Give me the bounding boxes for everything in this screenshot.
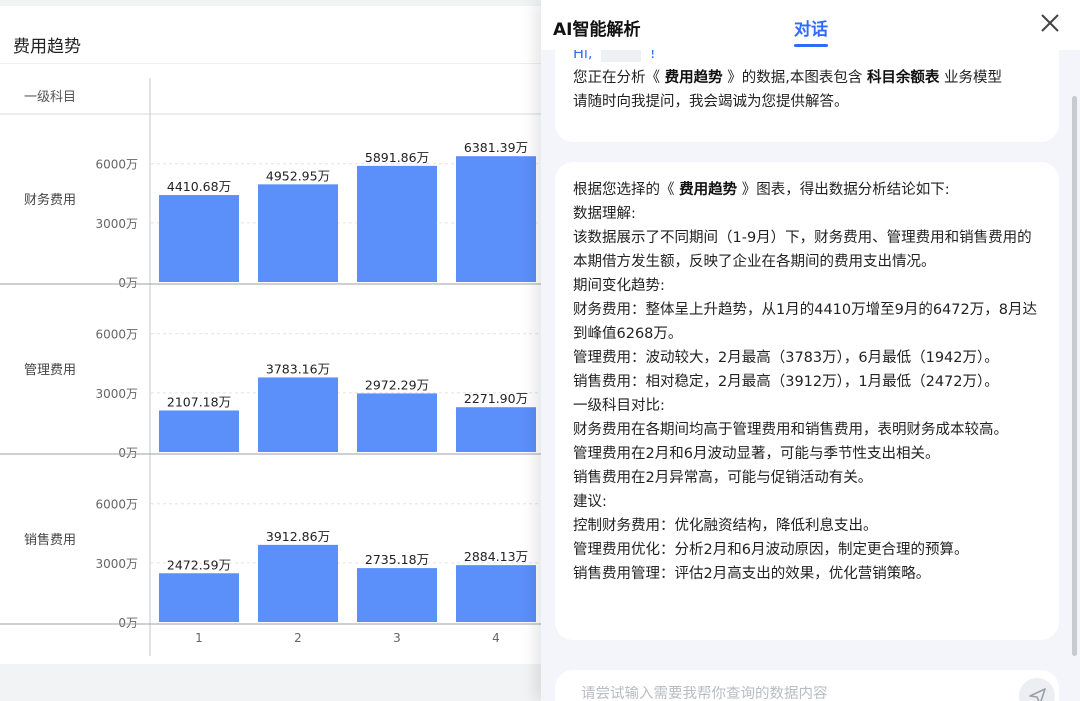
bar-value-label: 5891.86万 xyxy=(365,150,429,165)
tab-chat[interactable]: 对话 xyxy=(794,15,828,40)
greeting-chart-name: 费用趋势 xyxy=(664,70,723,86)
panel-scrollbar[interactable] xyxy=(1072,96,1077,656)
close-icon xyxy=(1041,14,1059,32)
category-header: 一级科目 xyxy=(24,90,76,105)
bar-value-label: 2107.18万 xyxy=(167,394,231,409)
x-tick-label: 1 xyxy=(195,631,203,645)
analysis-chart-name: 费用趋势 xyxy=(679,182,738,198)
analysis-intro-a: 根据您选择的《 xyxy=(573,182,680,198)
y-tick-label: 3000万 xyxy=(95,217,138,231)
greeting-text-a: 您正在分析《 xyxy=(573,70,665,86)
bar-value-label: 2884.13万 xyxy=(464,549,528,564)
bar xyxy=(357,165,437,282)
analysis-intro-b: 》图表，得出数据分析结论如下: xyxy=(737,182,950,198)
x-tick-label: 2 xyxy=(294,631,302,645)
greeting-text-c: 业务模型 xyxy=(939,70,1003,86)
analysis-line-6: 销售费用：相对稳定，2月最高（3912万），1月最低（2472万）。 xyxy=(573,374,999,390)
greeting-message: Hi, ! 您正在分析《 费用趋势 》的数据,本图表包含 科目余额表 业务模型 … xyxy=(555,36,1059,142)
analysis-line-3: 期间变化趋势: xyxy=(573,278,665,294)
ai-analysis-panel: Hi, ! 您正在分析《 费用趋势 》的数据,本图表包含 科目余额表 业务模型 … xyxy=(541,0,1080,701)
greeting-model-name: 科目余额表 xyxy=(866,70,940,86)
analysis-line-9: 管理费用在2月和6月波动显著，可能与季节性支出相关。 xyxy=(573,446,940,462)
bar xyxy=(357,393,437,452)
bar-value-label: 6381.39万 xyxy=(464,140,528,155)
facet-label: 销售费用 xyxy=(24,532,76,548)
y-tick-label: 0万 xyxy=(118,616,138,630)
bar-value-label: 2472.59万 xyxy=(167,557,231,572)
chart-title: 费用趋势 xyxy=(13,37,81,57)
facet-label: 财务费用 xyxy=(24,192,76,208)
bar-chart: 一级科目 6000万 3000万 0万 财务费用 4410.68万 4952.95万 589… xyxy=(0,78,560,656)
analysis-intro: 根据您选择的《 费用趋势 》图表，得出数据分析结论如下: xyxy=(573,178,1041,202)
chart-card: 费用趋势 一级科目 6000万 3000万 0万 财务费用 4410.68万 4952.9… xyxy=(0,6,560,664)
analysis-line-8: 财务费用在各期间均高于管理费用和销售费用，表明财务成本较高。 xyxy=(573,422,1008,438)
bar xyxy=(258,544,338,622)
analysis-line-7: 一级科目对比: xyxy=(573,398,665,414)
bar xyxy=(456,407,536,452)
bar-value-label: 4952.95万 xyxy=(266,168,330,183)
y-tick-label: 3000万 xyxy=(95,387,138,401)
chat-input[interactable] xyxy=(581,686,981,701)
chart-header: 费用趋势 xyxy=(0,6,560,64)
y-tick-label: 6000万 xyxy=(95,328,138,342)
analysis-line-10: 销售费用在2月异常高，可能与促销活动有关。 xyxy=(573,470,873,486)
greeting-context: 您正在分析《 费用趋势 》的数据,本图表包含 科目余额表 业务模型 xyxy=(573,66,1041,90)
bar-value-label: 3912.86万 xyxy=(266,529,330,544)
close-button[interactable] xyxy=(1039,12,1061,34)
bar xyxy=(456,565,536,622)
send-icon xyxy=(1029,688,1046,701)
bar xyxy=(159,195,239,282)
facet-label: 管理费用 xyxy=(24,363,76,378)
bar xyxy=(159,573,239,622)
analysis-line-1: 数据理解: xyxy=(573,206,636,222)
bar-value-label: 2735.18万 xyxy=(365,552,429,567)
bar-value-label: 3783.16万 xyxy=(266,361,330,376)
y-tick-label: 6000万 xyxy=(95,158,138,172)
ai-panel-title: AI智能解析 xyxy=(553,20,641,40)
y-tick-label: 0万 xyxy=(118,446,138,460)
bar-value-label: 4410.68万 xyxy=(167,179,231,194)
tab-active-indicator xyxy=(794,44,828,47)
y-tick-label: 3000万 xyxy=(95,557,138,571)
x-tick-label: 3 xyxy=(393,631,401,645)
analysis-line-4: 财务费用：整体呈上升趋势，从1月的4410万增至9月的6472万，8月达到峰值6… xyxy=(573,302,1037,342)
chat-input-box xyxy=(555,670,1059,701)
analysis-line-13: 管理费用优化：分析2月和6月波动原因，制定更合理的预算。 xyxy=(573,542,969,558)
analysis-line-2: 该数据展示了不同期间（1-9月）下，财务费用、管理费用和销售费用的本期借方发生额… xyxy=(573,230,1032,270)
analysis-line-11: 建议: xyxy=(573,494,607,510)
greeting-invite: 请随时向我提问，我会竭诚为您提供解答。 xyxy=(573,94,849,110)
bar xyxy=(159,410,239,452)
analysis-line-14: 销售费用管理：评估2月高支出的效果，优化营销策略。 xyxy=(573,566,931,582)
analysis-line-12: 控制财务费用：优化融资结构，降低利息支出。 xyxy=(573,518,878,534)
analysis-message: 根据您选择的《 费用趋势 》图表，得出数据分析结论如下: 数据理解: 该数据展示… xyxy=(555,162,1059,640)
x-tick-label: 4 xyxy=(492,631,500,645)
y-tick-label: 0万 xyxy=(118,276,138,290)
bar xyxy=(357,568,437,622)
greeting-text-b: 》的数据,本图表包含 xyxy=(722,70,867,86)
bar xyxy=(258,377,338,452)
bar xyxy=(258,184,338,282)
analysis-line-5: 管理费用：波动较大，2月最高（3783万），6月最低（1942万）。 xyxy=(573,350,999,366)
bar-value-label: 2271.90万 xyxy=(464,391,528,406)
y-tick-label: 6000万 xyxy=(95,498,138,512)
bar xyxy=(456,156,536,282)
bar-value-label: 2972.29万 xyxy=(365,377,429,392)
send-button[interactable] xyxy=(1019,678,1055,701)
ai-panel-header: AI智能解析 对话 xyxy=(541,0,1080,50)
